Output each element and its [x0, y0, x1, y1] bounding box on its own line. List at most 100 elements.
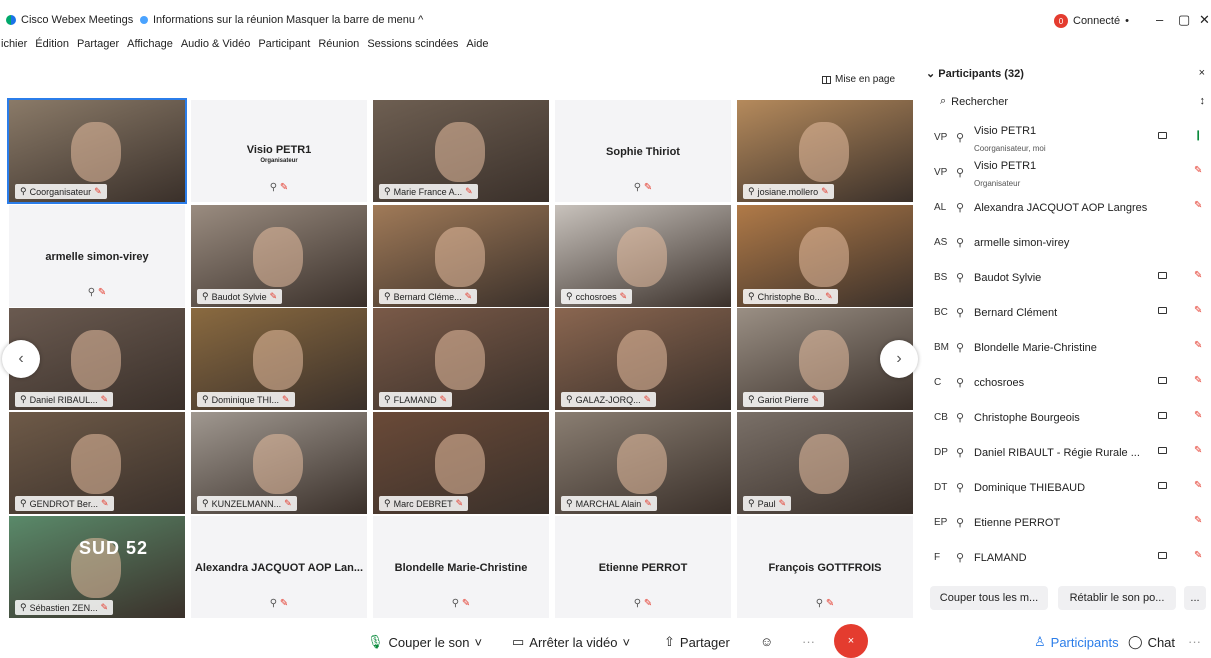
participant-name: Sébastien ZEN...	[29, 602, 98, 613]
video-tile[interactable]: ⚲ josiane.mollero ✎	[737, 100, 913, 202]
panel-more-button[interactable]: ...	[1184, 586, 1206, 610]
participant-name-tag: ⚲ Coorganisateur ✎	[15, 184, 107, 199]
participant-row[interactable]: BS ⚲ Baudot Sylvie ✎	[922, 260, 1211, 295]
participant-row[interactable]: F ⚲ FLAMAND ✎	[922, 540, 1211, 575]
headset-icon: ⚲	[956, 482, 965, 494]
video-tile[interactable]: ⚲ cchosroes ✎	[555, 205, 731, 307]
menu-file[interactable]: ichier	[0, 38, 28, 54]
participant-video	[435, 434, 485, 494]
mute-all-button[interactable]: Couper tous les m...	[930, 586, 1048, 610]
banner-logo: SUD 52	[79, 538, 149, 558]
participant-initials: VP	[934, 167, 948, 178]
audio-status-icon: ⚲ ✎	[451, 598, 471, 609]
video-tile[interactable]: ⚲ Coorganisateur ✎	[7, 98, 187, 204]
participant-name: Blondelle Marie-Christine	[394, 562, 528, 574]
stop-video-label: Arrêter la vidéo	[529, 634, 618, 650]
video-tile[interactable]: ⚲ Marie France A... ✎	[373, 100, 549, 202]
participant-row[interactable]: DP ⚲ Daniel RIBAULT - Régie Rurale ... ✎	[922, 435, 1211, 470]
participants-header[interactable]: ⌄ Participants (32)	[926, 67, 1024, 80]
toolbar-overflow-button[interactable]: ···	[1188, 634, 1201, 649]
minimize-button[interactable]: –	[1156, 12, 1163, 27]
menu-audio-video[interactable]: Audio & Vidéo	[180, 38, 252, 54]
maximize-button[interactable]: ▢	[1178, 12, 1190, 28]
participant-initials: AL	[934, 202, 947, 213]
participant-row[interactable]: AS ⚲ armelle simon-virey	[922, 225, 1211, 260]
video-tile[interactable]: SUD 52 ⚲ Sébastien ZEN... ✎	[9, 516, 185, 618]
close-panel-icon[interactable]: ×	[1199, 67, 1205, 79]
video-tile[interactable]: ⚲ Dominique THI... ✎	[191, 308, 367, 410]
menu-participant[interactable]: Participant	[257, 38, 311, 54]
headset-icon: ⚲	[956, 447, 965, 459]
microphone-icon: ⚲	[748, 186, 755, 196]
video-tile[interactable]: ⚲ Marc DEBRET ✎	[373, 412, 549, 514]
previous-page-arrow-icon[interactable]: ‹	[2, 340, 40, 378]
menu-help[interactable]: Aide	[465, 38, 489, 54]
participant-role: Organisateur	[260, 158, 298, 164]
chevron-down-icon[interactable]: ˅	[622, 635, 630, 650]
participant-search[interactable]: ⌕ Rechercher	[940, 95, 1008, 108]
headset-icon: ⚲	[956, 307, 965, 319]
next-page-arrow-icon[interactable]: ›	[880, 340, 918, 378]
video-tile[interactable]: ⚲ Bernard Cléme... ✎	[373, 205, 549, 307]
participant-initials: BC	[934, 307, 948, 318]
video-tile[interactable]: ⚲ Paul ✎	[737, 412, 913, 514]
menu-meeting[interactable]: Réunion	[317, 38, 360, 54]
mic-muted-icon: ✎	[281, 394, 290, 404]
video-tile[interactable]: ⚲ Christophe Bo... ✎	[737, 205, 913, 307]
participant-row[interactable]: AL ⚲ Alexandra JACQUOT AOP Langres ✎	[922, 190, 1211, 225]
mic-muted-icon: ✎	[811, 394, 820, 404]
participant-row[interactable]: CB ⚲ Christophe Bourgeois ✎	[922, 400, 1211, 435]
video-tile[interactable]: Visio PETR1 Organisateur ⚲ ✎	[191, 100, 367, 202]
mic-muted-icon: ✎	[778, 498, 787, 508]
video-tile[interactable]: Etienne PERROT ⚲ ✎	[555, 516, 731, 618]
video-tile[interactable]: François GOTTFROIS ⚲ ✎	[737, 516, 913, 618]
meeting-info-button[interactable]: Informations sur la réunion	[140, 14, 283, 26]
video-tile[interactable]: ⚲ GENDROT Ber... ✎	[9, 412, 185, 514]
chat-label: Chat	[1147, 634, 1176, 650]
video-tile[interactable]: Sophie Thiriot ⚲ ✎	[555, 100, 731, 202]
menu-share[interactable]: Partager	[76, 38, 120, 54]
sort-icon[interactable]: ↕	[1200, 95, 1206, 107]
video-tile[interactable]: ⚲ GALAZ-JORQ... ✎	[555, 308, 731, 410]
video-tile[interactable]: ⚲ Baudot Sylvie ✎	[191, 205, 367, 307]
participant-row[interactable]: VP ⚲ Visio PETR1 Organisateur ✎	[922, 155, 1211, 190]
headset-icon: ⚲	[956, 202, 965, 214]
video-tile[interactable]: Alexandra JACQUOT AOP Lan... ⚲ ✎	[191, 516, 367, 618]
reactions-button[interactable]: ☺	[760, 634, 773, 649]
participant-row[interactable]: DT ⚲ Dominique THIEBAUD ✎	[922, 470, 1211, 505]
more-options-button[interactable]: ···	[802, 634, 815, 649]
microphone-icon: ⚲	[748, 394, 755, 404]
mic-muted-icon: ✎	[100, 394, 109, 404]
unmute-all-button[interactable]: Rétablir le son po...	[1058, 586, 1176, 610]
microphone-icon: ✎	[1194, 515, 1203, 526]
video-tile[interactable]: ⚲ MARCHAL Alain ✎	[555, 412, 731, 514]
close-window-button[interactable]: ✕	[1199, 12, 1210, 28]
menu-view[interactable]: Affichage	[126, 38, 174, 54]
headset-icon: ⚲	[956, 377, 965, 389]
microphone-icon: ⚲	[384, 186, 391, 196]
layout-button[interactable]: Mise en page	[822, 74, 895, 85]
hide-menu-button[interactable]: Masquer la barre de menu ^	[286, 14, 423, 26]
chevron-down-icon: ⌄	[926, 68, 936, 80]
menu-edit[interactable]: Édition	[34, 38, 70, 54]
participant-row[interactable]: BC ⚲ Bernard Clément ✎	[922, 295, 1211, 330]
participant-initials: C	[934, 377, 942, 388]
end-call-button[interactable]: ×	[834, 624, 868, 658]
participant-row[interactable]: C ⚲ cchosroes ✎	[922, 365, 1211, 400]
microphone-icon: ⚲	[20, 602, 27, 612]
mic-muted-icon: ✎	[100, 498, 109, 508]
video-tile[interactable]: ⚲ KUNZELMANN... ✎	[191, 412, 367, 514]
participant-row[interactable]: BM ⚲ Blondelle Marie-Christine ✎	[922, 330, 1211, 365]
participant-row[interactable]: VP ⚲ Visio PETR1 Coorganisateur, moi ❙	[922, 120, 1211, 155]
microphone-icon: ✎	[1194, 200, 1203, 211]
menu-breakout[interactable]: Sessions scindées	[366, 38, 459, 54]
video-tile[interactable]: Blondelle Marie-Christine ⚲ ✎	[373, 516, 549, 618]
video-tile[interactable]: ⚲ FLAMAND ✎	[373, 308, 549, 410]
video-tile[interactable]: armelle simon-virey ⚲ ✎	[9, 205, 185, 307]
connection-status[interactable]: 0 Connecté •	[1054, 14, 1129, 28]
camera-icon	[1158, 272, 1167, 279]
mic-muted-icon: ✎	[464, 291, 473, 301]
headset-icon: ⚲	[956, 167, 965, 179]
chevron-down-icon[interactable]: ˅	[474, 635, 482, 650]
participant-row[interactable]: EP ⚲ Etienne PERROT ✎	[922, 505, 1211, 540]
